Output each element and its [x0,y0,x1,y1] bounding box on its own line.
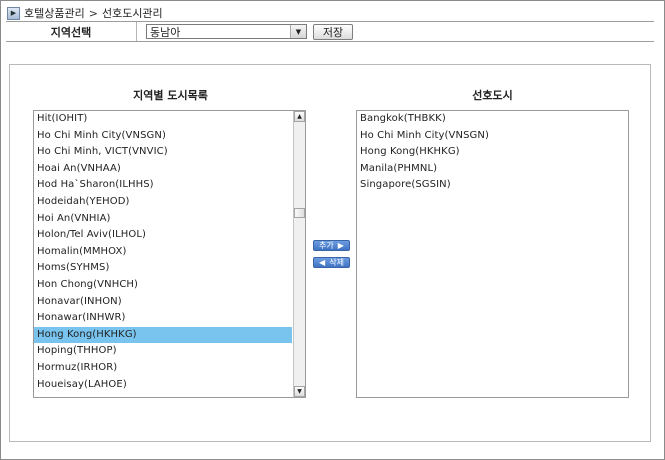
delete-button[interactable]: ◀ 삭제 [313,257,350,268]
list-item[interactable]: Hodeidah(YEHOD) [34,194,292,211]
list-item[interactable]: Hit(IOHIT) [34,111,292,128]
list-item[interactable]: Singapore(SGSIN) [357,177,628,194]
region-select-value: 동남아 [150,25,181,39]
list-item[interactable]: Hoi An(VNHIA) [34,211,292,228]
region-select[interactable]: 동남아 ▼ [146,24,307,39]
preferred-city-title: 선호도시 [472,89,513,102]
arrow-left-icon: ◀ [319,258,326,267]
list-item[interactable]: Bangkok(THBKK) [357,111,628,128]
list-item[interactable]: Hong Kong(HKHKG) [357,144,628,161]
list-item[interactable]: Honawar(INHWR) [34,310,292,327]
list-item[interactable]: Manila(PHMNL) [357,161,628,178]
list-item[interactable]: Holon/Tel Aviv(ILHOL) [34,227,292,244]
list-item[interactable]: Houeisay(LAHOE) [34,377,292,394]
list-item[interactable]: Hoping(THHOP) [34,343,292,360]
divider [6,41,654,42]
list-item[interactable]: Hod Ha`Sharon(ILHHS) [34,177,292,194]
breadcrumb-page: 선호도시관리 [101,7,163,20]
preferred-city-items: Bangkok(THBKK) Ho Chi Minh City(VNSGN) Hon… [357,111,628,194]
list-item[interactable]: Homs(SYHMS) [34,260,292,277]
breadcrumb: ▶ 호텔상품관리 > 선호도시관리 [7,5,163,21]
list-item[interactable]: Homalin(MMHOX) [34,244,292,261]
add-button-label: 추가 [319,241,334,250]
list-item[interactable]: Ho Chi Minh City(VNSGN) [357,128,628,145]
list-item[interactable]: Hoai An(VNHAA) [34,161,292,178]
region-bar: 지역선택 동남아 ▼ 저장 [6,22,654,41]
list-item[interactable]: Honavar(INHON) [34,294,292,311]
preferred-city-list[interactable]: Bangkok(THBKK) Ho Chi Minh City(VNSGN) Hon… [356,110,629,398]
breadcrumb-separator: > [88,6,98,20]
divider [136,22,137,41]
list-item[interactable]: Ho Chi Minh City(VNSGN) [34,128,292,145]
save-button[interactable]: 저장 [313,23,353,40]
region-city-items: Hit(IOHIT) Ho Chi Minh City(VNSGN) Ho Chi … [34,111,292,393]
scroll-up-icon[interactable]: ▲ [294,111,305,122]
scrollbar[interactable]: ▲ ▼ [293,111,305,397]
region-city-list-title: 지역별 도시목록 [133,89,208,102]
list-item[interactable]: Ho Chi Minh, VICT(VNVIC) [34,144,292,161]
breadcrumb-section: 호텔상품관리 [24,7,85,20]
scroll-thumb[interactable] [294,208,305,218]
delete-button-label: 삭제 [329,258,344,267]
region-city-list[interactable]: Hit(IOHIT) Ho Chi Minh City(VNSGN) Ho Chi … [33,110,306,398]
add-button[interactable]: 추가 ▶ [313,240,350,251]
arrow-right-icon: ▶ [337,241,344,250]
list-item[interactable]: Hormuz(IRHOR) [34,360,292,377]
list-item[interactable]: Hon Chong(VNHCH) [34,277,292,294]
list-item[interactable]: Hong Kong(HKHKG) [34,326,292,344]
scroll-down-icon[interactable]: ▼ [294,386,305,397]
chevron-down-icon[interactable]: ▼ [290,25,306,38]
arrow-icon: ▶ [7,6,20,20]
region-label: 지역선택 [50,25,92,39]
